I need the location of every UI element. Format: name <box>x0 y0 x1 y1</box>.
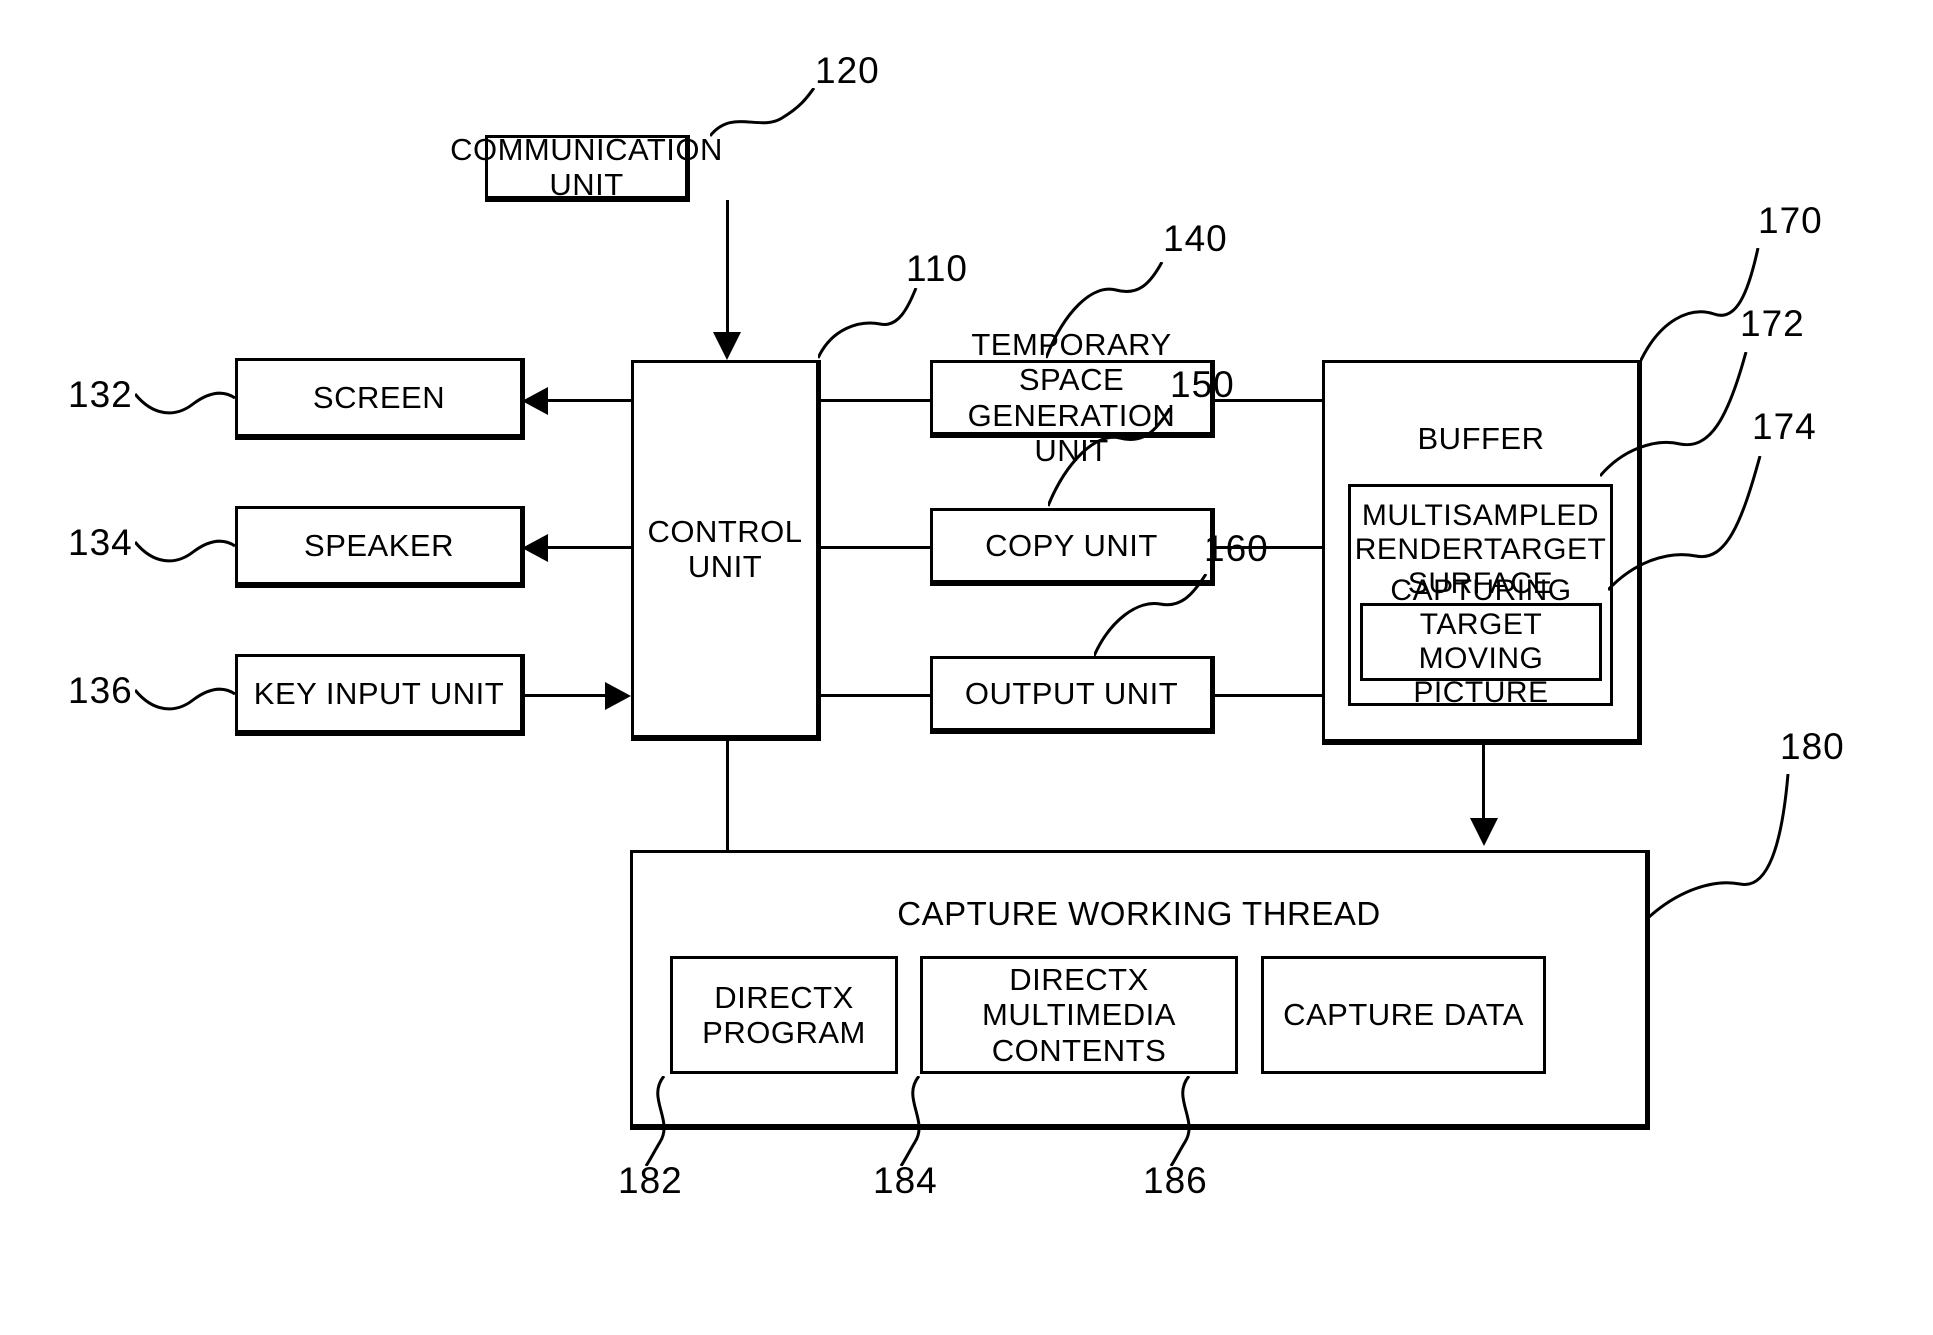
ref-numeral-134: 134 <box>68 522 133 563</box>
connector-control-to-capturethread <box>726 740 729 852</box>
connector-communication-to-control <box>726 200 729 340</box>
connector-buffer-to-capturethread <box>1482 742 1485 822</box>
block-communication-unit[interactable]: COMMUNICATION UNIT <box>450 132 722 202</box>
ref-numeral-120: 120 <box>815 50 880 91</box>
block-directx-program-label: DIRECTX PROGRAM <box>702 979 866 1050</box>
block-key-input-unit-label: KEY INPUT UNIT <box>253 675 505 711</box>
ref-numeral-174: 174 <box>1752 406 1817 447</box>
arrowhead-control-to-screen <box>522 387 548 415</box>
block-directx-multimedia-contents[interactable]: DIRECTX MULTIMEDIA CONTENTS <box>920 956 1238 1074</box>
ref-numeral-180: 180 <box>1780 726 1845 767</box>
block-directx-program[interactable]: DIRECTX PROGRAM <box>670 956 898 1074</box>
block-capture-data[interactable]: CAPTURE DATA <box>1261 956 1546 1074</box>
patent-figure-canvas: COMMUNICATION UNIT CONTROL UNIT SCREEN S… <box>0 0 1933 1335</box>
connector-control-to-copy <box>818 546 933 549</box>
connector-control-to-screen <box>548 399 633 402</box>
block-control-unit-label: CONTROL UNIT <box>647 513 803 584</box>
block-capturing-target-moving-picture-label: CAPTURING TARGET MOVING PICTURE <box>1390 573 1572 710</box>
ref-numeral-150: 150 <box>1170 364 1235 405</box>
connector-control-to-output <box>818 694 933 697</box>
block-capture-data-label: CAPTURE DATA <box>1283 997 1524 1033</box>
block-capturing-target-moving-picture[interactable]: CAPTURING TARGET MOVING PICTURE <box>1360 574 1602 709</box>
connector-control-to-tempspace <box>818 399 933 402</box>
arrowhead-control-to-speaker <box>522 534 548 562</box>
block-control-unit[interactable]: CONTROL UNIT <box>631 360 821 741</box>
block-output-unit-label: OUTPUT UNIT <box>964 675 1179 711</box>
connector-control-to-speaker <box>548 546 633 549</box>
leader-line-132 <box>135 391 236 415</box>
arrowhead-buffer-to-capturethread <box>1470 818 1498 846</box>
block-speaker[interactable]: SPEAKER <box>235 506 525 588</box>
block-temporary-space-generation-unit-label: TEMPORARY SPACE GENERATION UNIT <box>967 326 1176 468</box>
block-output-unit[interactable]: OUTPUT UNIT <box>930 656 1215 734</box>
block-copy-unit-label: COPY UNIT <box>985 527 1158 563</box>
block-screen[interactable]: SCREEN <box>235 358 525 440</box>
ref-numeral-132: 132 <box>68 374 133 415</box>
block-speaker-label: SPEAKER <box>304 527 454 563</box>
ref-numeral-160: 160 <box>1204 528 1269 569</box>
leader-line-134 <box>135 539 236 563</box>
leader-line-160 <box>1094 574 1208 657</box>
ref-numeral-140: 140 <box>1163 218 1228 259</box>
leader-line-180 <box>1648 774 1790 920</box>
block-directx-multimedia-contents-label: DIRECTX MULTIMEDIA CONTENTS <box>982 962 1176 1068</box>
block-communication-unit-label: COMMUNICATION UNIT <box>450 131 723 202</box>
leader-line-110 <box>818 288 918 359</box>
block-screen-label: SCREEN <box>312 379 446 415</box>
ref-numeral-136: 136 <box>68 670 133 711</box>
ref-numeral-182: 182 <box>618 1160 683 1201</box>
ref-numeral-172: 172 <box>1740 303 1805 344</box>
block-capture-working-thread-label: CAPTURE WORKING THREAD <box>897 895 1381 932</box>
ref-numeral-186: 186 <box>1143 1160 1208 1201</box>
block-buffer-label: BUFFER <box>1417 421 1545 456</box>
ref-numeral-184: 184 <box>873 1160 938 1201</box>
leader-line-136 <box>135 687 236 711</box>
arrowhead-keyinput-to-control <box>605 682 631 710</box>
block-key-input-unit[interactable]: KEY INPUT UNIT <box>235 654 525 736</box>
arrowhead-communication-to-control <box>713 332 741 360</box>
ref-numeral-110: 110 <box>906 248 968 289</box>
connector-output-to-buffer <box>1212 694 1325 697</box>
leader-line-120 <box>710 88 816 137</box>
ref-numeral-170: 170 <box>1758 200 1823 241</box>
block-copy-unit[interactable]: COPY UNIT <box>930 508 1215 586</box>
connector-keyinput-to-control <box>525 694 607 697</box>
